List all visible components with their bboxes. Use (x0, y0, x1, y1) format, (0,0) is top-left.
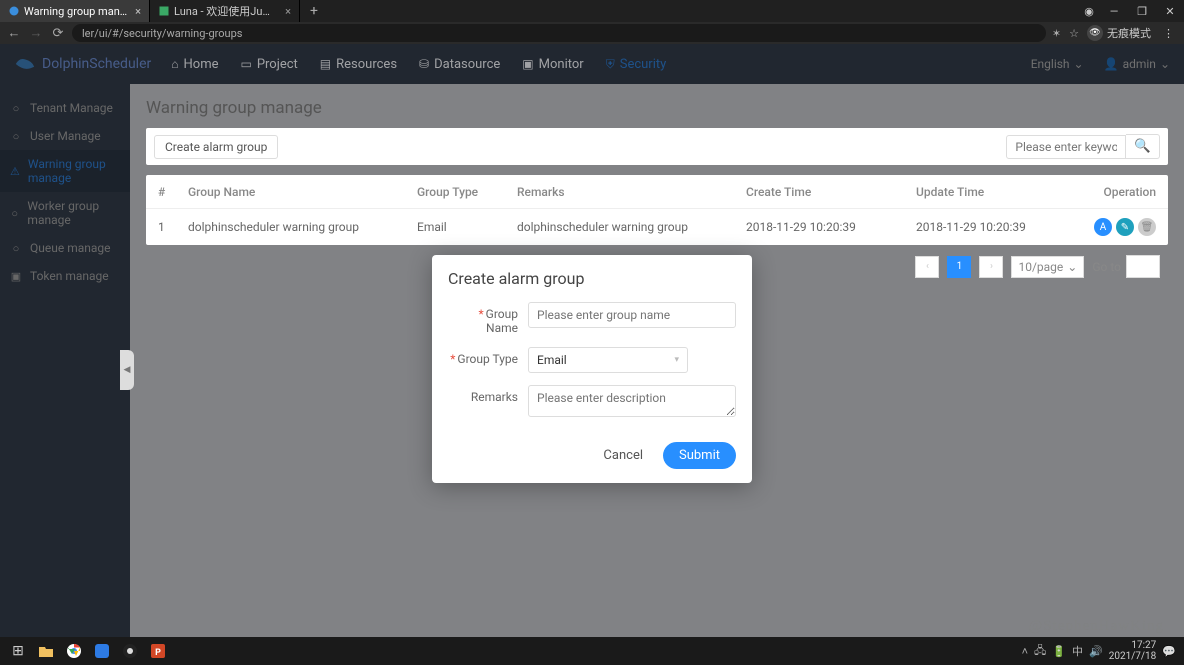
cell-type: Email (417, 220, 517, 234)
col-operation-header: Operation (1086, 185, 1156, 199)
taskbar-clock[interactable]: 17:27 2021/7/18 (1109, 640, 1157, 662)
dolphin-favicon-icon (8, 5, 20, 17)
row-assign-button[interactable]: A (1094, 218, 1112, 236)
bookmark-icon[interactable]: ☆ (1069, 27, 1079, 40)
col-type-header: Group Type (417, 185, 517, 199)
taskbar-app-2[interactable] (116, 639, 144, 663)
taskbar-explorer[interactable] (32, 639, 60, 663)
incognito-icon: 👁 (1087, 25, 1103, 41)
translate-icon[interactable]: ✶ (1052, 27, 1061, 40)
luna-favicon-icon (158, 5, 170, 17)
url-input[interactable]: ler/ui/#/security/warning-groups (72, 24, 1046, 42)
pager-prev-button[interactable]: ‹ (915, 256, 939, 278)
tray-network-icon[interactable]: 🖧 (1034, 642, 1046, 661)
cell-remarks: dolphinscheduler warning group (517, 220, 746, 234)
monitor-icon: ▣ (522, 57, 533, 71)
row-edit-button[interactable]: ✎ (1116, 218, 1134, 236)
chevron-down-icon: ⌄ (1067, 260, 1077, 274)
search-button[interactable]: 🔍 (1126, 134, 1160, 159)
windows-taskbar: ⊞ P ˄ 🖧 🔋 中 🔊 17:27 2021/7/18 💬 (0, 637, 1184, 665)
col-remarks-header: Remarks (517, 185, 746, 199)
nav-monitor[interactable]: ▣Monitor (522, 57, 583, 72)
media-control-icon[interactable]: ◉ (1078, 0, 1100, 22)
resources-icon: ▤ (320, 57, 331, 71)
col-name-header: Group Name (188, 185, 417, 199)
cancel-button[interactable]: Cancel (593, 442, 653, 469)
taskbar-app-1[interactable] (88, 639, 116, 663)
svg-text:P: P (155, 648, 161, 658)
search-keyword-input[interactable] (1006, 135, 1126, 159)
warning-group-table: # Group Name Group Type Remarks Create T… (146, 175, 1168, 245)
group-type-label: *Group Type (448, 347, 528, 366)
home-icon: ⌂ (171, 57, 178, 71)
browser-back-button[interactable]: ← (6, 25, 22, 41)
close-tab-icon[interactable]: × (285, 5, 291, 18)
tray-ime-icon[interactable]: 中 (1072, 643, 1083, 659)
nav-home[interactable]: ⌂Home (171, 57, 218, 72)
remarks-label: Remarks (448, 385, 528, 404)
create-alarm-group-dialog: Create alarm group *Group Name *Group Ty… (432, 255, 752, 483)
maximize-window-button[interactable]: ❐ (1128, 0, 1156, 22)
cell-name: dolphinscheduler warning group (188, 220, 417, 234)
cell-update: 2018-11-29 10:20:39 (916, 220, 1086, 234)
col-update-header: Update Time (916, 185, 1086, 199)
page-size-select[interactable]: 10/page⌄ (1011, 256, 1084, 278)
url-text: ler/ui/#/security/warning-groups (82, 27, 242, 40)
modal-title: Create alarm group (432, 255, 752, 292)
row-delete-button[interactable]: 🗑 (1138, 218, 1156, 236)
new-tab-button[interactable]: + (300, 3, 328, 19)
tray-battery-icon[interactable]: 🔋 (1052, 645, 1066, 658)
incognito-indicator: 👁 无痕模式 (1087, 25, 1151, 41)
tab-title: Warning group manage - Dol (24, 5, 129, 18)
group-type-select[interactable]: Email ▾ (528, 347, 688, 373)
browser-tab-1[interactable]: Luna - 欢迎使用JumpServer开 × (150, 0, 300, 22)
submit-button[interactable]: Submit (663, 442, 736, 469)
close-window-button[interactable]: ✕ (1156, 0, 1184, 22)
create-alarm-group-button[interactable]: Create alarm group (154, 135, 278, 159)
browser-menu-button[interactable]: ⋮ (1159, 27, 1178, 40)
cell-create: 2018-11-29 10:20:39 (746, 220, 916, 234)
datasource-icon: ⛁ (419, 57, 429, 71)
col-index-header: # (158, 185, 188, 199)
start-button[interactable]: ⊞ (4, 639, 32, 663)
goto-label: Go to (1092, 260, 1121, 274)
tray-notifications-icon[interactable]: 💬 (1162, 645, 1176, 658)
page-title: Warning group manage (146, 98, 1168, 118)
close-tab-icon[interactable]: × (135, 5, 141, 18)
pager-next-button[interactable]: › (979, 256, 1003, 278)
nav-resources[interactable]: ▤Resources (320, 57, 397, 72)
browser-forward-button: → (28, 25, 44, 41)
taskbar-chrome[interactable] (60, 639, 88, 663)
browser-tab-0[interactable]: Warning group manage - Dol × (0, 0, 150, 22)
col-create-header: Create Time (746, 185, 916, 199)
tray-volume-icon[interactable]: 🔊 (1089, 645, 1103, 658)
search-icon: 🔍 (1134, 139, 1151, 154)
remarks-textarea[interactable] (528, 385, 736, 417)
tray-chevron-icon[interactable]: ˄ (1022, 645, 1028, 658)
tab-title: Luna - 欢迎使用JumpServer开 (174, 3, 279, 19)
cell-index: 1 (158, 220, 188, 234)
nav-datasource[interactable]: ⛁Datasource (419, 57, 500, 72)
minimize-window-button[interactable]: — (1100, 0, 1128, 22)
table-row: 1 dolphinscheduler warning group Email d… (146, 209, 1168, 245)
pager-page-1[interactable]: 1 (947, 256, 971, 278)
project-icon: ▭ (240, 57, 251, 71)
nav-project[interactable]: ▭Project (240, 57, 297, 72)
group-name-input[interactable] (528, 302, 736, 328)
taskbar-powerpoint[interactable]: P (144, 639, 172, 663)
chevron-down-icon: ▾ (674, 355, 679, 365)
browser-reload-button[interactable]: ⟳ (50, 26, 66, 41)
goto-page-input[interactable] (1126, 255, 1160, 278)
group-name-label: *Group Name (448, 302, 528, 335)
